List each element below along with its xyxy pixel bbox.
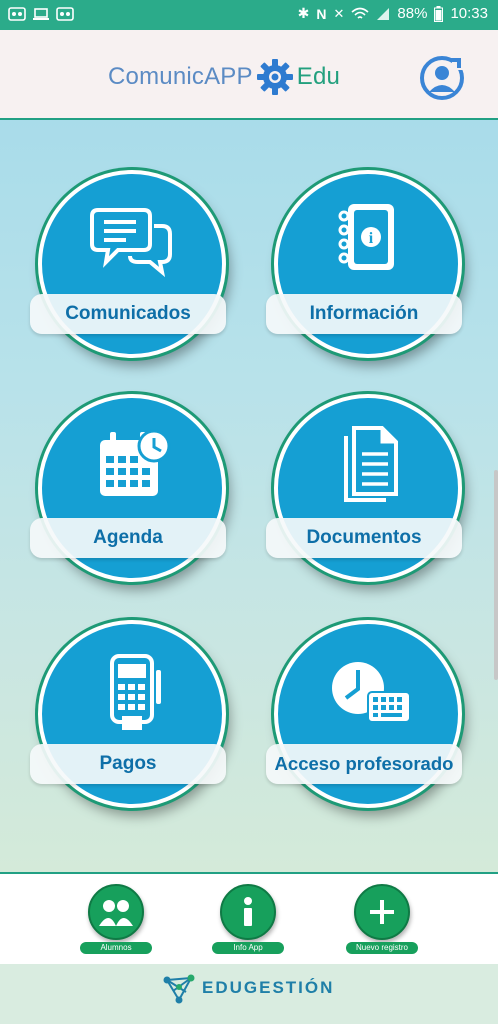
footer-logo-text: EDUGESTIÓN [202,978,335,997]
status-bar: ✱ N ✕ 88% 10:33 [0,0,498,30]
nav-label: Info App [212,942,284,954]
tile-label: Información [266,294,462,334]
tile-label: Comunicados [30,294,226,334]
tile-label: Agenda [30,518,226,558]
brand-name-right: Edu [296,63,341,90]
main-menu: Comunicados i Información Agenda Documen… [0,120,498,872]
footer: EDUGESTIÓN [0,964,498,1024]
battery-percent: 88% [397,5,428,22]
nuevo-registro-button[interactable]: Nuevo registro [346,884,418,956]
notification-app-icon [56,7,74,21]
acceso-profesorado-tile[interactable]: Acceso profesorado [266,616,470,816]
clock-keyboard-icon [332,662,411,723]
wifi-icon [351,7,369,19]
comunicados-tile[interactable]: Comunicados [30,166,234,366]
alumnos-button[interactable]: Alumnos [80,884,152,956]
agenda-tile[interactable]: Agenda [30,390,234,590]
nav-label: Alumnos [80,942,152,954]
notification-app-icon [8,7,26,21]
bottom-nav: Alumnos Info App Nuevo registro [0,872,498,966]
nav-circle [88,884,144,940]
mute-icon: ✕ [333,5,345,21]
edugestion-logo: EDUGESTIÓN [162,972,334,1004]
documents-icon [344,426,398,502]
tile-label: Acceso profesorado [266,744,462,784]
calendar-clock-icon [100,429,171,496]
card-terminal-icon [110,654,161,730]
app-logo: ComunicAPP Edu [108,59,341,95]
signal-icon [377,7,390,20]
nav-label: Nuevo registro [346,942,418,954]
students-icon [99,900,133,926]
documentos-tile[interactable]: Documentos [266,390,470,590]
notification-icons [8,6,74,22]
chat-bubbles-icon [90,208,172,278]
info-app-button[interactable]: Info App [212,884,284,956]
system-status: ✱ N ✕ 88% 10:33 [298,5,488,22]
gear-icon [256,59,293,95]
info-icon [244,897,252,926]
nav-circle [354,884,410,940]
address-book-icon: i [338,204,394,270]
profile-sync-button[interactable] [418,54,466,102]
scrollbar[interactable] [494,470,498,680]
pagos-tile[interactable]: Pagos [30,616,234,816]
tile-label: Pagos [30,744,226,784]
battery-icon [434,5,444,22]
plus-icon [370,900,394,924]
brand-name-left: ComunicAPP [108,63,253,90]
app-header: ComunicAPP Edu [0,30,498,120]
informacion-tile[interactable]: i Información [266,166,470,366]
laptop-icon [33,8,49,20]
nfc-icon: N [316,5,327,22]
nav-circle [220,884,276,940]
clock: 10:33 [450,5,488,22]
tile-label: Documentos [266,518,462,558]
svg-text:i: i [369,230,374,247]
network-logo-icon [163,974,195,1004]
bluetooth-icon: ✱ [297,5,310,21]
